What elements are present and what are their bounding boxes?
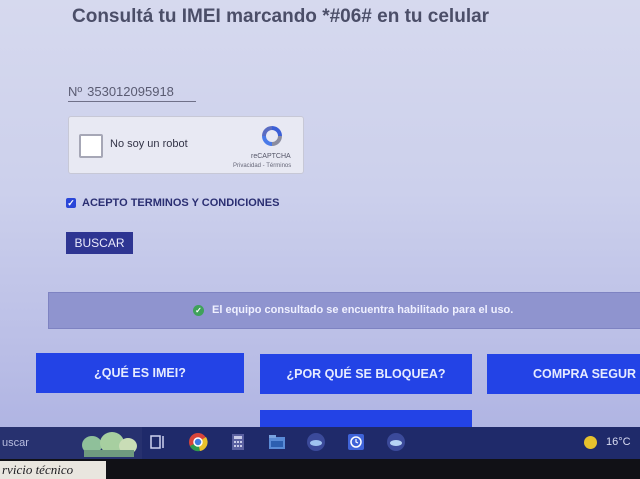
weather-temperature[interactable]: 16°C [606, 436, 631, 448]
file-explorer-icon[interactable] [266, 431, 288, 453]
cloud-app-icon[interactable] [385, 431, 407, 453]
taskbar-search-box[interactable]: uscar [0, 427, 142, 459]
status-message: El equipo consultado se encuentra habili… [212, 304, 514, 316]
recaptcha-links[interactable]: Privacidad - Términos [233, 163, 291, 169]
status-banner: ✓ El equipo consultado se encuentra habi… [48, 292, 640, 329]
recaptcha-widget: No soy un robot reCAPTCHA Privacidad - T… [68, 116, 304, 174]
recaptcha-icon [262, 126, 282, 146]
imei-value: 353012095918 [87, 84, 174, 99]
search-highlight-illustration [82, 432, 137, 457]
weather-icon[interactable] [584, 436, 597, 449]
partial-card[interactable] [260, 410, 472, 428]
chrome-icon[interactable] [187, 431, 209, 453]
terms-checkbox[interactable]: ✓ [66, 198, 76, 208]
what-is-imei-button[interactable]: ¿QUÉ ES IMEI? [36, 353, 244, 393]
safe-purchase-button[interactable]: COMPRA SEGUR [487, 354, 640, 394]
calculator-icon[interactable] [227, 431, 249, 453]
imei-prefix: Nº [68, 84, 83, 99]
terms-checkbox-row[interactable]: ✓ ACEPTO TERMINOS Y CONDICIONES [66, 197, 279, 209]
why-blocked-button[interactable]: ¿POR QUÉ SE BLOQUEA? [260, 354, 472, 394]
page-title: Consultá tu IMEI marcando *#06# en tu ce… [72, 6, 490, 27]
recaptcha-checkbox[interactable] [79, 134, 103, 158]
recaptcha-brand: reCAPTCHA [251, 153, 291, 160]
windows-taskbar: uscar 16°C [0, 427, 640, 459]
search-button[interactable]: BUSCAR [66, 232, 133, 254]
network-app-icon[interactable] [305, 431, 327, 453]
task-view-icon[interactable] [147, 431, 169, 453]
clock-app-icon[interactable] [345, 431, 367, 453]
terms-label: ACEPTO TERMINOS Y CONDICIONES [82, 197, 280, 209]
service-sticker: rvicio técnico [0, 461, 106, 479]
check-circle-icon: ✓ [193, 304, 204, 316]
recaptcha-label: No soy un robot [110, 138, 188, 150]
taskbar-search-text: uscar [2, 437, 29, 449]
imei-input[interactable]: Nº 353012095918 [68, 84, 196, 102]
